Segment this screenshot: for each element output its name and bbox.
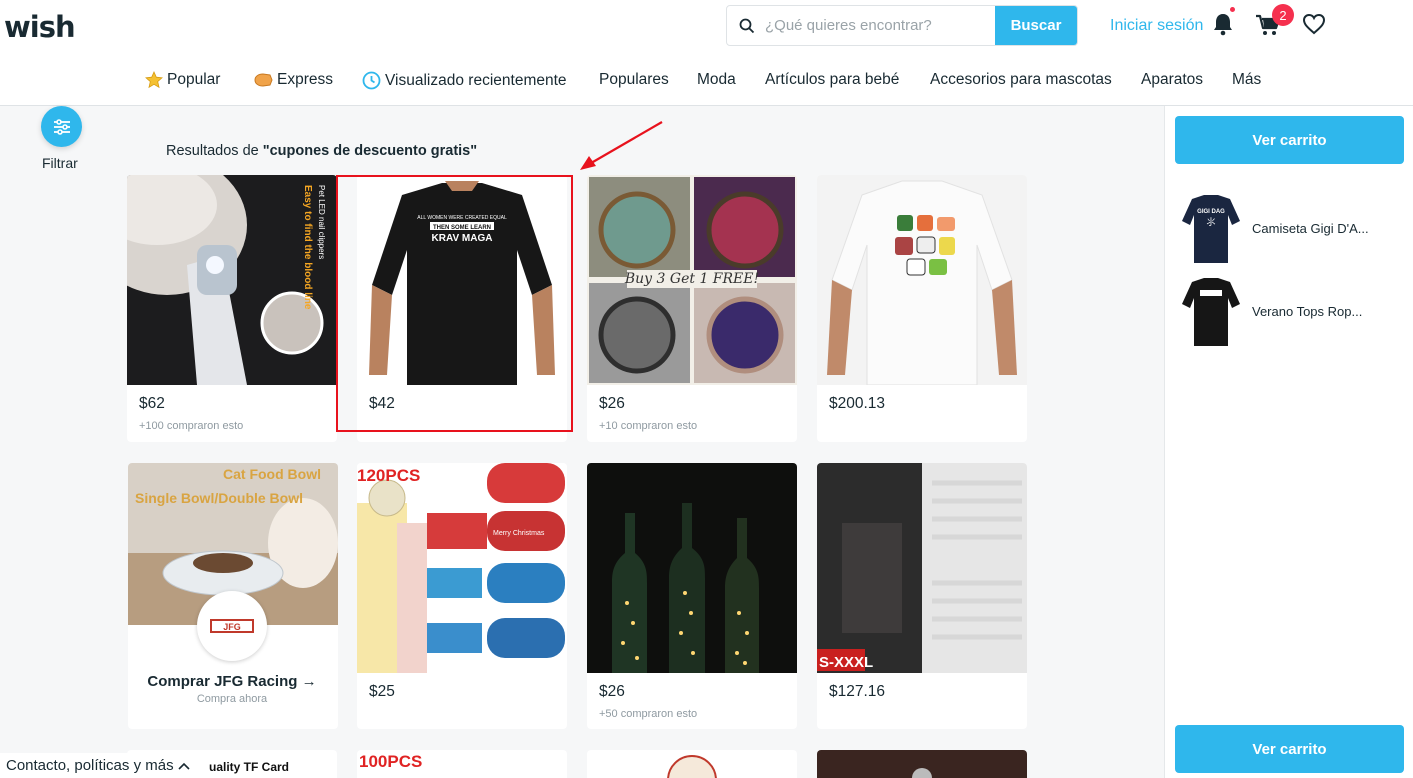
nav-gadgets[interactable]: Aparatos (1141, 71, 1203, 89)
store-name[interactable]: Comprar JFG Racing → (128, 673, 336, 690)
results-query: "cupones de descuento gratis" (262, 143, 478, 159)
view-cart-button-bottom[interactable]: Ver carrito (1175, 725, 1404, 773)
view-cart-button[interactable]: Ver carrito (1175, 116, 1404, 164)
product-price: $62 (139, 395, 165, 412)
search-icon (739, 18, 755, 34)
results-prefix: Resultados de (166, 143, 263, 159)
svg-text:⺢: ⺢ (1206, 217, 1215, 228)
shirt-text: GIGI DAG (1197, 209, 1225, 215)
overlay-text: Buy 3 Get 1 FREE! (624, 271, 759, 287)
cart-item[interactable]: Verano Tops Rop... (1180, 276, 1362, 346)
product-card[interactable]: 100PCS (357, 750, 567, 778)
filter-button[interactable] (41, 106, 82, 147)
nav-label: Express (277, 71, 333, 88)
partial-product-text: 100PCS (359, 752, 423, 771)
product-price: $26 (599, 395, 625, 412)
nav-baby[interactable]: Artículos para bebé (765, 71, 899, 89)
login-link[interactable]: Iniciar sesión (1110, 17, 1203, 35)
overlay-text: Cat Food Bowl (223, 466, 321, 482)
wish-logo[interactable]: wish (4, 10, 76, 44)
product-price: $25 (369, 683, 395, 700)
nav-label: Visualizado recientemente (385, 71, 567, 89)
footer-contact-link[interactable]: Contacto, políticas y más (0, 753, 196, 778)
search-bar: Buscar (726, 5, 1078, 46)
product-card[interactable]: S-XXXL $127.16 (817, 463, 1027, 729)
nav-recently-viewed[interactable]: Visualizado recientemente (362, 71, 567, 90)
cart-item-name: Camiseta Gigi D'A... (1252, 220, 1369, 236)
category-nav: Popular Express Visualizado recientement… (0, 62, 1413, 102)
product-image-partial (817, 750, 1027, 778)
overlay-text: Single Bowl/Double Bowl (135, 490, 303, 506)
product-card[interactable]: $26 +50 compraron esto (587, 463, 797, 729)
product-image-partial (667, 755, 717, 778)
nav-express[interactable]: Express (253, 71, 333, 89)
product-sold-count: +100 compraron esto (139, 420, 244, 432)
product-price: $127.16 (829, 683, 886, 700)
product-card[interactable] (817, 750, 1027, 778)
nav-popular[interactable]: Popular (145, 71, 220, 89)
nav-label: Artículos para bebé (765, 71, 900, 88)
product-image-sushi-shirt (817, 175, 1027, 385)
search-button[interactable]: Buscar (995, 6, 1077, 45)
overlay-text: S-XXXL (819, 654, 873, 671)
cart-item-thumbnail: GIGI DAG ⺢ (1180, 193, 1242, 263)
clock-icon (362, 71, 381, 90)
express-icon (254, 73, 273, 87)
product-card[interactable]: 120PCS Merry Christmas $25 (357, 463, 567, 729)
overlay-text: Pet LED nail clippers (317, 185, 326, 259)
product-image-pendants: Buy 3 Get 1 FREE! (587, 175, 797, 385)
sliders-icon (53, 118, 70, 135)
product-card[interactable]: $200.13 (817, 175, 1027, 442)
nav-label: Popular (167, 71, 221, 88)
cart-item-thumbnail (1180, 276, 1242, 346)
nav-label: Populares (599, 71, 669, 88)
product-image-bottle-lights (587, 463, 797, 673)
notification-dot (1230, 7, 1235, 12)
product-price: $200.13 (829, 395, 886, 412)
search-input[interactable] (765, 6, 995, 45)
store-subtitle: Compra ahora (196, 693, 268, 705)
store-card[interactable]: Cat Food Bowl Single Bowl/Double Bowl JF… (128, 463, 338, 729)
header: wish Buscar Iniciar sesión 2 Popular Exp… (0, 0, 1413, 106)
cart-item[interactable]: GIGI DAG ⺢ Camiseta Gigi D'A... (1180, 193, 1369, 263)
product-image-nail-clipper: Easy to find the blood line Pet LED nail… (127, 175, 337, 385)
nav-label: Accesorios para mascotas (930, 71, 1112, 88)
cart-count-badge: 2 (1272, 4, 1294, 26)
nav-moda[interactable]: Moda (697, 71, 736, 89)
store-logo-text: JFG (223, 622, 241, 632)
star-icon (145, 71, 163, 89)
nav-label: Más (1232, 71, 1262, 88)
product-card[interactable] (587, 750, 797, 778)
product-card[interactable]: Easy to find the blood line Pet LED nail… (127, 175, 337, 442)
product-image-striped-polo: S-XXXL (817, 463, 1027, 673)
product-card[interactable]: Buy 3 Get 1 FREE! $26 +10 compraron esto (587, 175, 797, 442)
nav-populares[interactable]: Populares (599, 71, 669, 89)
annotation-highlight-box (336, 175, 573, 432)
nav-label: Aparatos (1141, 71, 1204, 88)
filter-label[interactable]: Filtrar (42, 155, 78, 171)
nav-more[interactable]: Más (1232, 71, 1261, 89)
cart-item-name: Verano Tops Rop... (1252, 303, 1363, 319)
product-sold-count: +10 compraron esto (599, 420, 698, 432)
product-sold-count: +50 compraron esto (599, 708, 698, 720)
product-image-christmas-stickers: 120PCS Merry Christmas (357, 463, 567, 673)
results-heading: Resultados de "cupones de descuento grat… (166, 143, 477, 159)
overlay-text: 120PCS (357, 466, 420, 485)
overlay-text: Easy to find the blood line (302, 185, 313, 310)
product-price: $26 (599, 683, 625, 700)
bell-icon[interactable] (1212, 12, 1234, 36)
annotation-arrow-icon (580, 121, 663, 170)
partial-product-text: uality TF Card (209, 760, 290, 774)
chevron-up-icon (178, 762, 190, 770)
nav-pets[interactable]: Accesorios para mascotas (930, 71, 1112, 89)
store-logo: JFG (197, 591, 267, 661)
wishlist-heart-icon[interactable] (1302, 13, 1326, 35)
overlay-text: Merry Christmas (493, 530, 545, 537)
footer-link-label: Contacto, políticas y más (6, 757, 174, 774)
nav-label: Moda (697, 71, 736, 88)
